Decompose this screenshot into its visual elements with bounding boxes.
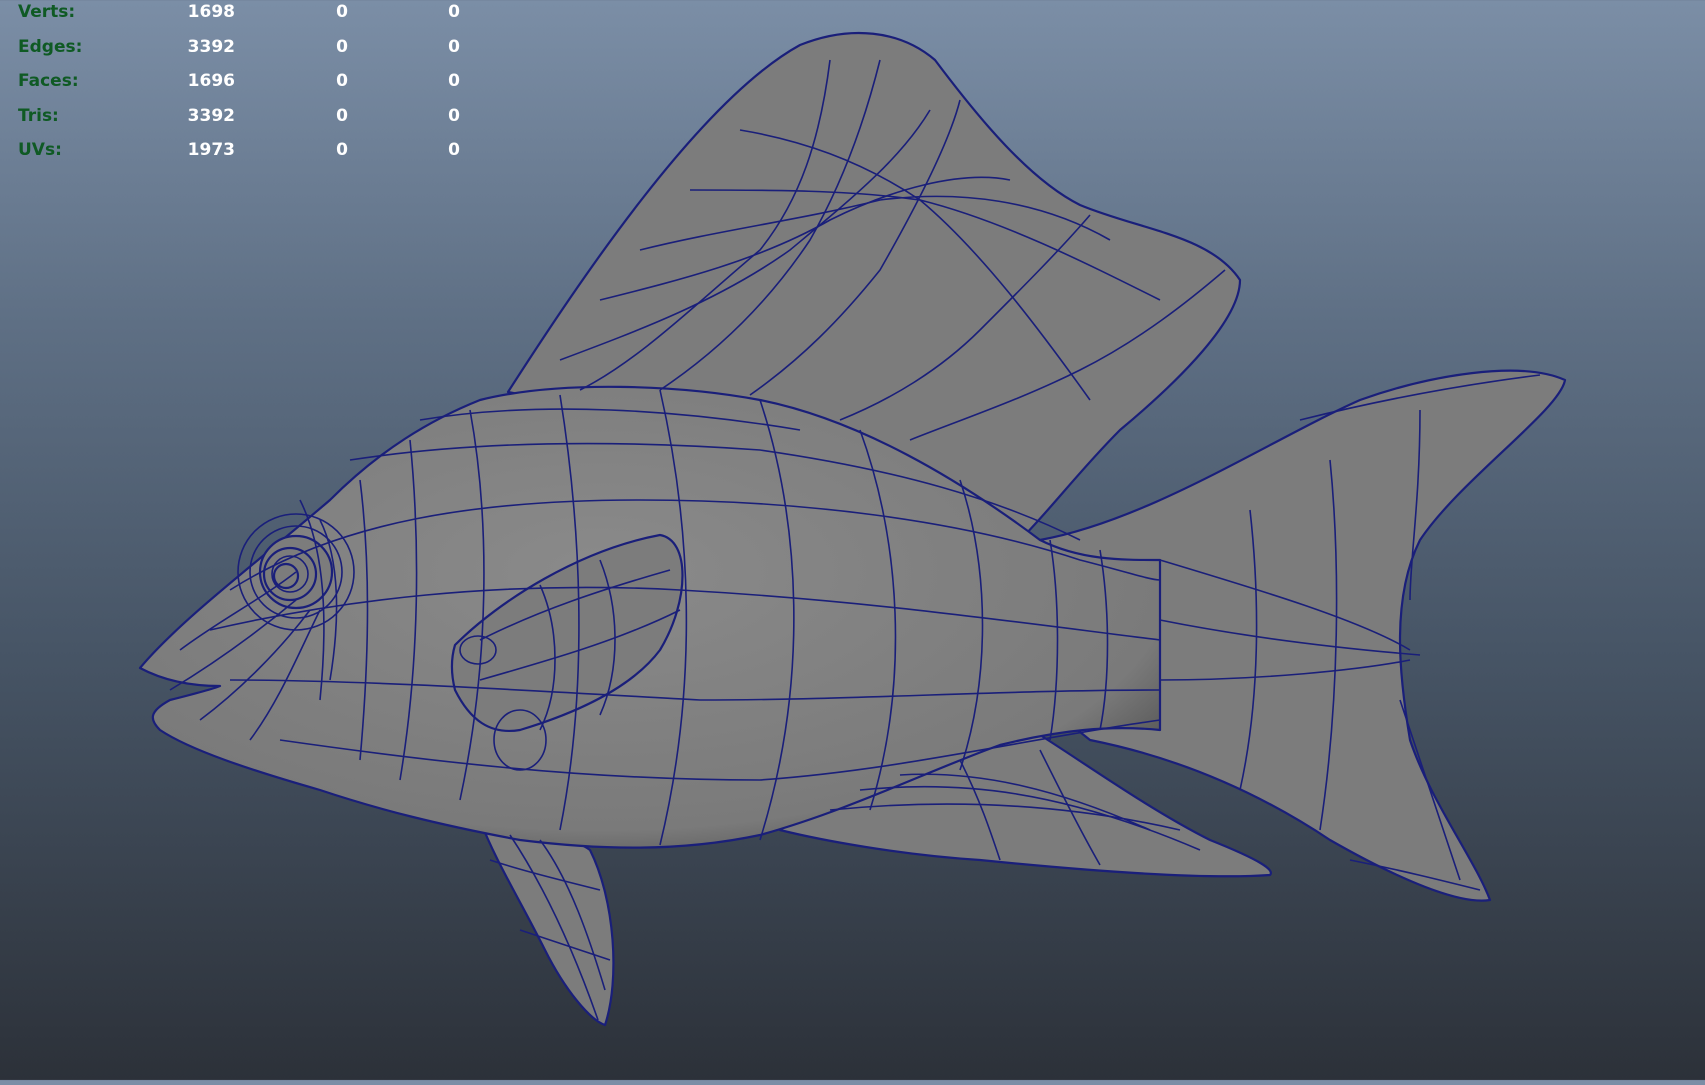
hud-value: 0 <box>336 71 348 91</box>
hud-value: 0 <box>448 105 460 126</box>
hud-value: 0 <box>448 36 460 57</box>
hud-value: 1696 <box>187 71 235 91</box>
hud-value: 1973 <box>187 140 235 160</box>
hud-value: 0 <box>336 105 348 126</box>
hud-value: 0 <box>448 71 460 91</box>
hud-value: 0 <box>448 2 460 22</box>
hud-value: 0 <box>336 2 348 22</box>
hud-value: 3392 <box>187 36 235 57</box>
hud-label: Verts: <box>18 2 76 22</box>
fish-model-wireframe[interactable] <box>0 0 1705 1080</box>
hud-value: 0 <box>336 140 348 160</box>
hud-label: Tris: <box>18 105 59 126</box>
3d-viewport[interactable] <box>0 0 1705 1080</box>
hud-label: Edges: <box>18 36 83 57</box>
hud-value: 0 <box>448 140 460 160</box>
hud-value: 3392 <box>187 105 235 126</box>
hud-value: 1698 <box>187 2 235 22</box>
hud-value: 0 <box>336 36 348 57</box>
hud-label: Faces: <box>18 71 79 91</box>
hud-label: UVs: <box>18 140 62 160</box>
